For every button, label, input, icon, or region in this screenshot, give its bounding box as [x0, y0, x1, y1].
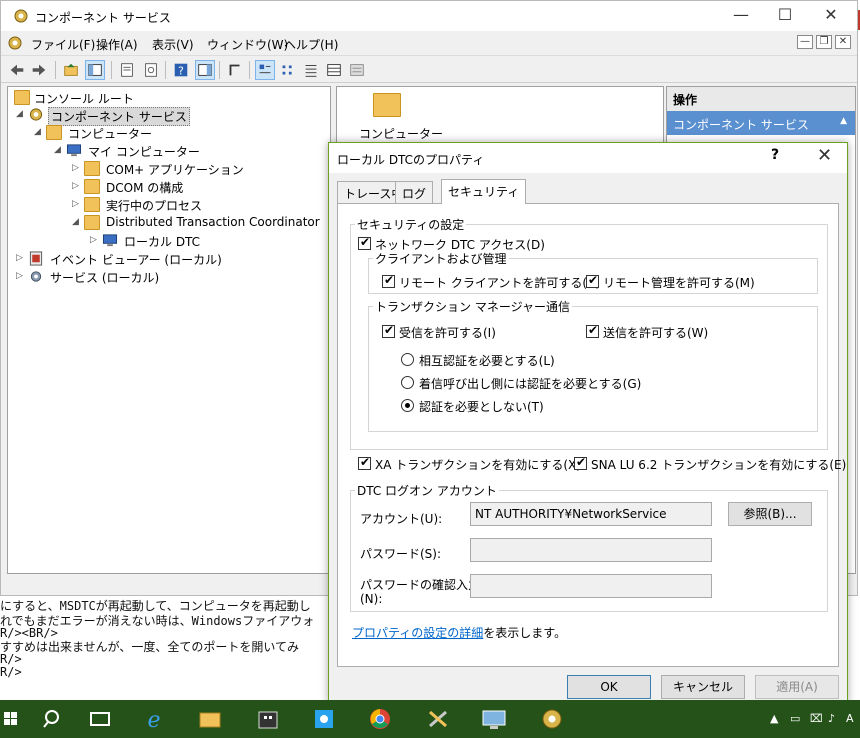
expand-arrow-icon[interactable]: ◢	[72, 217, 84, 227]
task-view-icon[interactable]	[80, 704, 120, 734]
component-services-icon	[14, 9, 28, 23]
gear-icon	[30, 271, 42, 282]
menu-window[interactable]: ウィンドウ(W)	[207, 36, 288, 53]
learn-more-link[interactable]: プロパティの設定の詳細	[352, 626, 483, 640]
ime-indicator[interactable]: A	[846, 712, 854, 725]
store-icon[interactable]	[248, 704, 288, 734]
folder-icon	[46, 125, 62, 140]
custom-view-icon[interactable]	[347, 60, 367, 80]
show-hide-tree-icon[interactable]	[85, 60, 105, 80]
ok-button[interactable]: OK	[567, 675, 651, 699]
expand-arrow-icon[interactable]: ▷	[16, 271, 28, 281]
confirm-password-label: パスワードの確認入力	[360, 578, 481, 592]
tab-security[interactable]: セキュリティ	[441, 179, 527, 204]
dialog-title-bar[interactable]: ローカル DTCのプロパティ ? ✕	[329, 143, 847, 173]
toolbar: ?	[1, 55, 857, 83]
learn-more-text: プロパティの設定の詳細を表示します。	[352, 626, 567, 640]
cancel-button[interactable]: キャンセル	[661, 675, 745, 699]
title-bar[interactable]: コンポーネント サービス — ☐ ✕	[1, 1, 857, 31]
close-button[interactable]: ✕	[819, 5, 843, 27]
properties-icon[interactable]	[117, 60, 137, 80]
browse-button[interactable]: 参照(B)...	[728, 502, 812, 526]
actions-section-component-services[interactable]: コンポーネント サービス ▲	[667, 111, 855, 135]
taskbar: e ▲ ▭ ⌧ ♪ A	[0, 700, 860, 738]
help-icon[interactable]: ?	[171, 60, 191, 80]
explorer-icon[interactable]	[190, 704, 230, 734]
expand-arrow-icon[interactable]: ▷	[90, 235, 102, 245]
menu-help[interactable]: ヘルプ(H)	[284, 36, 338, 53]
expand-arrow-icon[interactable]: ◢	[54, 145, 66, 155]
computer-icon	[102, 234, 118, 247]
large-icons-icon[interactable]	[255, 60, 275, 80]
mdi-restore-button[interactable]: ❐	[816, 35, 832, 49]
event-viewer-icon	[29, 251, 43, 266]
list-view-icon[interactable]	[301, 60, 321, 80]
ie-icon[interactable]: e	[134, 704, 174, 734]
dialog-title: ローカル DTCのプロパティ	[337, 153, 485, 167]
tray-overflow-icon[interactable]: ▲	[770, 712, 778, 725]
password-label: パスワード(S):	[360, 547, 442, 561]
window-title: コンポーネント サービス	[35, 11, 171, 25]
folder-icon	[84, 197, 100, 212]
security-tab-page: セキュリティの設定 ネットワーク DTC アクセス(D) クライアントおよび管理…	[337, 203, 846, 667]
search-icon[interactable]	[32, 704, 72, 734]
back-arrow-icon[interactable]	[7, 60, 27, 80]
up-folder-icon[interactable]	[61, 60, 81, 80]
tools-icon[interactable]	[418, 704, 458, 734]
folder-icon	[84, 215, 100, 230]
svg-text:e: e	[147, 708, 160, 733]
expand-arrow-icon[interactable]: ◢	[34, 127, 46, 137]
doc-line: R/>	[0, 665, 22, 679]
actions-header: 操作	[667, 87, 855, 111]
refresh-icon[interactable]	[141, 60, 161, 80]
twitter-icon[interactable]	[304, 704, 344, 734]
expand-arrow-icon[interactable]: ◢	[16, 109, 28, 119]
menu-bar: ファイル(F) 操作(A) 表示(V) ウィンドウ(W) ヘルプ(H)	[1, 32, 857, 54]
network-status-icon[interactable]: ⌧	[810, 712, 823, 725]
menu-file[interactable]: ファイル(F)	[31, 36, 95, 53]
expand-arrow-icon[interactable]: ▷	[16, 253, 28, 263]
account-label: アカウント(U):	[360, 512, 443, 526]
action-pane-icon[interactable]	[195, 60, 215, 80]
folder-icon	[84, 161, 100, 176]
expand-arrow-icon[interactable]: ▷	[72, 199, 84, 209]
svg-text:?: ?	[178, 65, 184, 78]
doc-line: R/>	[0, 652, 22, 666]
expand-arrow-icon[interactable]: ▷	[72, 181, 84, 191]
collapse-arrow-icon[interactable]: ▲	[840, 116, 847, 126]
detail-view-icon[interactable]	[324, 60, 344, 80]
tab-logging[interactable]: ログ	[395, 181, 434, 203]
apply-button[interactable]: 適用(A)	[755, 675, 839, 699]
console-tree[interactable]: コンソール ルート ◢ コンポーネント サービス ◢ コンピューター ◢ マイ …	[7, 86, 331, 574]
folder-icon	[14, 90, 30, 105]
forward-arrow-icon[interactable]	[29, 60, 49, 80]
system-menu-icon[interactable]	[7, 35, 23, 51]
mdi-close-button[interactable]: ✕	[835, 35, 851, 49]
component-services-icon[interactable]	[532, 704, 572, 734]
computer-icon	[66, 144, 82, 157]
password-field[interactable]	[470, 538, 712, 562]
small-icons-icon[interactable]	[278, 60, 298, 80]
network-icon[interactable]	[474, 704, 514, 734]
battery-icon[interactable]: ▭	[790, 712, 800, 725]
account-field[interactable]: NT AUTHORITY¥NetworkService	[470, 502, 712, 526]
menu-view[interactable]: 表示(V)	[152, 36, 194, 53]
volume-icon[interactable]: ♪	[828, 712, 835, 725]
new-window-icon[interactable]	[225, 60, 245, 80]
mdi-minimize-button[interactable]: —	[797, 35, 813, 49]
menu-action[interactable]: 操作(A)	[96, 36, 138, 53]
doc-line: すすめは出来ませんが、一度、全てのポートを開いてみ	[0, 640, 300, 654]
confirm-password-label-suffix: (N):	[360, 592, 383, 606]
chrome-icon[interactable]	[360, 704, 400, 734]
minimize-button[interactable]: —	[729, 5, 753, 27]
local-dtc-properties-dialog[interactable]: ローカル DTCのプロパティ ? ✕ トレース中 ログ セキュリティ セキュリテ…	[328, 142, 848, 704]
expand-arrow-icon[interactable]: ▷	[72, 163, 84, 173]
confirm-password-field[interactable]	[470, 574, 712, 598]
maximize-button[interactable]: ☐	[773, 5, 797, 27]
help-button[interactable]: ?	[771, 147, 779, 163]
folder-icon	[84, 179, 100, 194]
folder-icon	[373, 93, 401, 117]
dialog-close-button[interactable]: ✕	[817, 145, 832, 166]
component-services-icon	[29, 108, 43, 121]
